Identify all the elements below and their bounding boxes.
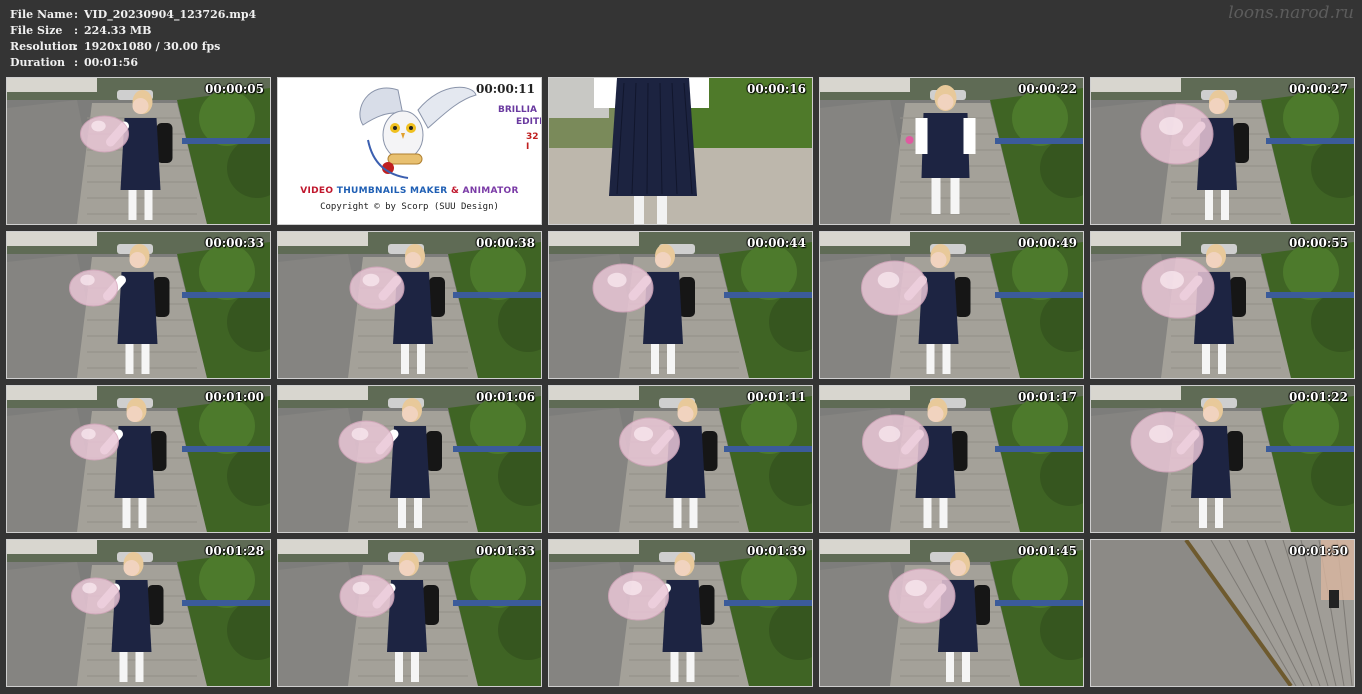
video-thumbnail: 00:01:28	[6, 539, 271, 687]
info-row-duration: Duration : 00:01:56	[10, 55, 256, 71]
timestamp-label: 00:00:27	[1289, 82, 1348, 96]
video-thumbnail: 00:00:16	[548, 77, 813, 225]
timestamp-label: 00:01:11	[747, 390, 806, 404]
frame-image	[1091, 386, 1354, 532]
info-row-file-size: File Size : 224.33 MB	[10, 23, 256, 39]
timestamp-label: 00:01:22	[1289, 390, 1348, 404]
video-thumbnail: 00:01:45	[819, 539, 1084, 687]
frame-image	[820, 78, 1083, 224]
video-thumbnail: 00:00:33	[6, 231, 271, 379]
frame-image	[820, 232, 1083, 378]
video-thumbnail: 00:00:27	[1090, 77, 1355, 225]
logo-copyright: Copyright © by Scorp (SUU Design)	[320, 202, 499, 212]
frame-image	[549, 540, 812, 686]
frame-image	[7, 540, 270, 686]
timestamp-label: 00:00:33	[205, 236, 264, 250]
timestamp-label: 00:00:22	[1018, 82, 1077, 96]
timestamp-label: 00:01:33	[476, 544, 535, 558]
video-thumbnail: 00:01:50	[1090, 539, 1355, 687]
timestamp-label: 00:00:44	[747, 236, 806, 250]
timestamp-label: 00:00:55	[1289, 236, 1348, 250]
frame-image	[7, 386, 270, 532]
frame-image	[1091, 78, 1354, 224]
video-thumbnail: 00:00:22	[819, 77, 1084, 225]
logo-brand-text: VIDEO THUMBNAILS MAKER & ANIMATOR	[278, 186, 541, 196]
info-value: 1920x1080 / 30.00 fps	[84, 40, 221, 53]
video-thumbnail: 00:00:49	[819, 231, 1084, 379]
video-thumbnail: 00:01:22	[1090, 385, 1355, 533]
brand-part: THUMBNAILS MAKER	[336, 186, 448, 196]
frame-image	[278, 540, 541, 686]
video-thumbnail: 00:01:39	[548, 539, 813, 687]
info-value: 224.33 MB	[84, 24, 152, 37]
timestamp-label: 00:01:50	[1289, 544, 1348, 558]
info-separator: :	[74, 56, 79, 69]
info-key: Duration	[10, 56, 66, 69]
timestamp-label: 00:01:28	[205, 544, 264, 558]
frame-image	[820, 540, 1083, 686]
logo-side-text: BRILLIA	[498, 105, 537, 115]
frame-image	[7, 232, 270, 378]
info-separator: :	[74, 8, 79, 21]
timestamp-label: 00:01:39	[747, 544, 806, 558]
info-value: VID_20230904_123726.mp4	[84, 8, 257, 21]
timestamp-label: 00:00:11	[476, 82, 535, 96]
timestamp-label: 00:01:17	[1018, 390, 1077, 404]
frame-image	[278, 386, 541, 532]
info-key: File Name	[10, 8, 73, 21]
timestamp-label: 00:00:38	[476, 236, 535, 250]
timestamp-label: 00:01:06	[476, 390, 535, 404]
frame-image	[278, 232, 541, 378]
frame-image	[1091, 232, 1354, 378]
video-thumbnail: 00:00:55	[1090, 231, 1355, 379]
info-separator: :	[74, 24, 79, 37]
video-thumbnail: 00:00:44	[548, 231, 813, 379]
video-thumbnail: 00:00:05	[6, 77, 271, 225]
info-value: 00:01:56	[84, 56, 139, 69]
timestamp-label: 00:00:16	[747, 82, 806, 96]
video-thumbnail: 00:01:06	[277, 385, 542, 533]
frame-image	[549, 386, 812, 532]
video-thumbnail: 00:01:33	[277, 539, 542, 687]
video-thumbnail: 00:00:38	[277, 231, 542, 379]
frame-image	[549, 232, 812, 378]
logo-side-text: EDITI	[516, 117, 542, 127]
timestamp-label: 00:01:45	[1018, 544, 1077, 558]
brand-part: ANIMATOR	[462, 186, 519, 196]
info-separator: :	[74, 40, 79, 53]
thumbnail-grid: 00:00:05 BRILLIA EDITI 32 I VIDEO THUMBNAIL…	[6, 77, 1355, 687]
info-key: Resolution	[10, 40, 77, 53]
frame-image	[7, 78, 270, 224]
frame-image	[549, 78, 812, 224]
brand-part: &	[447, 186, 463, 196]
video-thumbnail: BRILLIA EDITI 32 I VIDEO THUMBNAILS MAKER &…	[277, 77, 542, 225]
video-thumbnail: 00:01:00	[6, 385, 271, 533]
frame-image	[1091, 540, 1354, 686]
video-thumbnail: 00:01:11	[548, 385, 813, 533]
file-info-panel: File Name : VID_20230904_123726.mp4 File…	[10, 7, 256, 71]
timestamp-label: 00:00:49	[1018, 236, 1077, 250]
info-key: File Size	[10, 24, 63, 37]
logo-side-text: 32 I	[526, 132, 539, 152]
info-row-file-name: File Name : VID_20230904_123726.mp4	[10, 7, 256, 23]
brand-part: VIDEO	[300, 186, 337, 196]
info-row-resolution: Resolution : 1920x1080 / 30.00 fps	[10, 39, 256, 55]
timestamp-label: 00:00:05	[205, 82, 264, 96]
frame-image	[820, 386, 1083, 532]
video-thumbnail: 00:01:17	[819, 385, 1084, 533]
watermark: loons.narod.ru	[1228, 3, 1354, 23]
timestamp-label: 00:01:00	[205, 390, 264, 404]
